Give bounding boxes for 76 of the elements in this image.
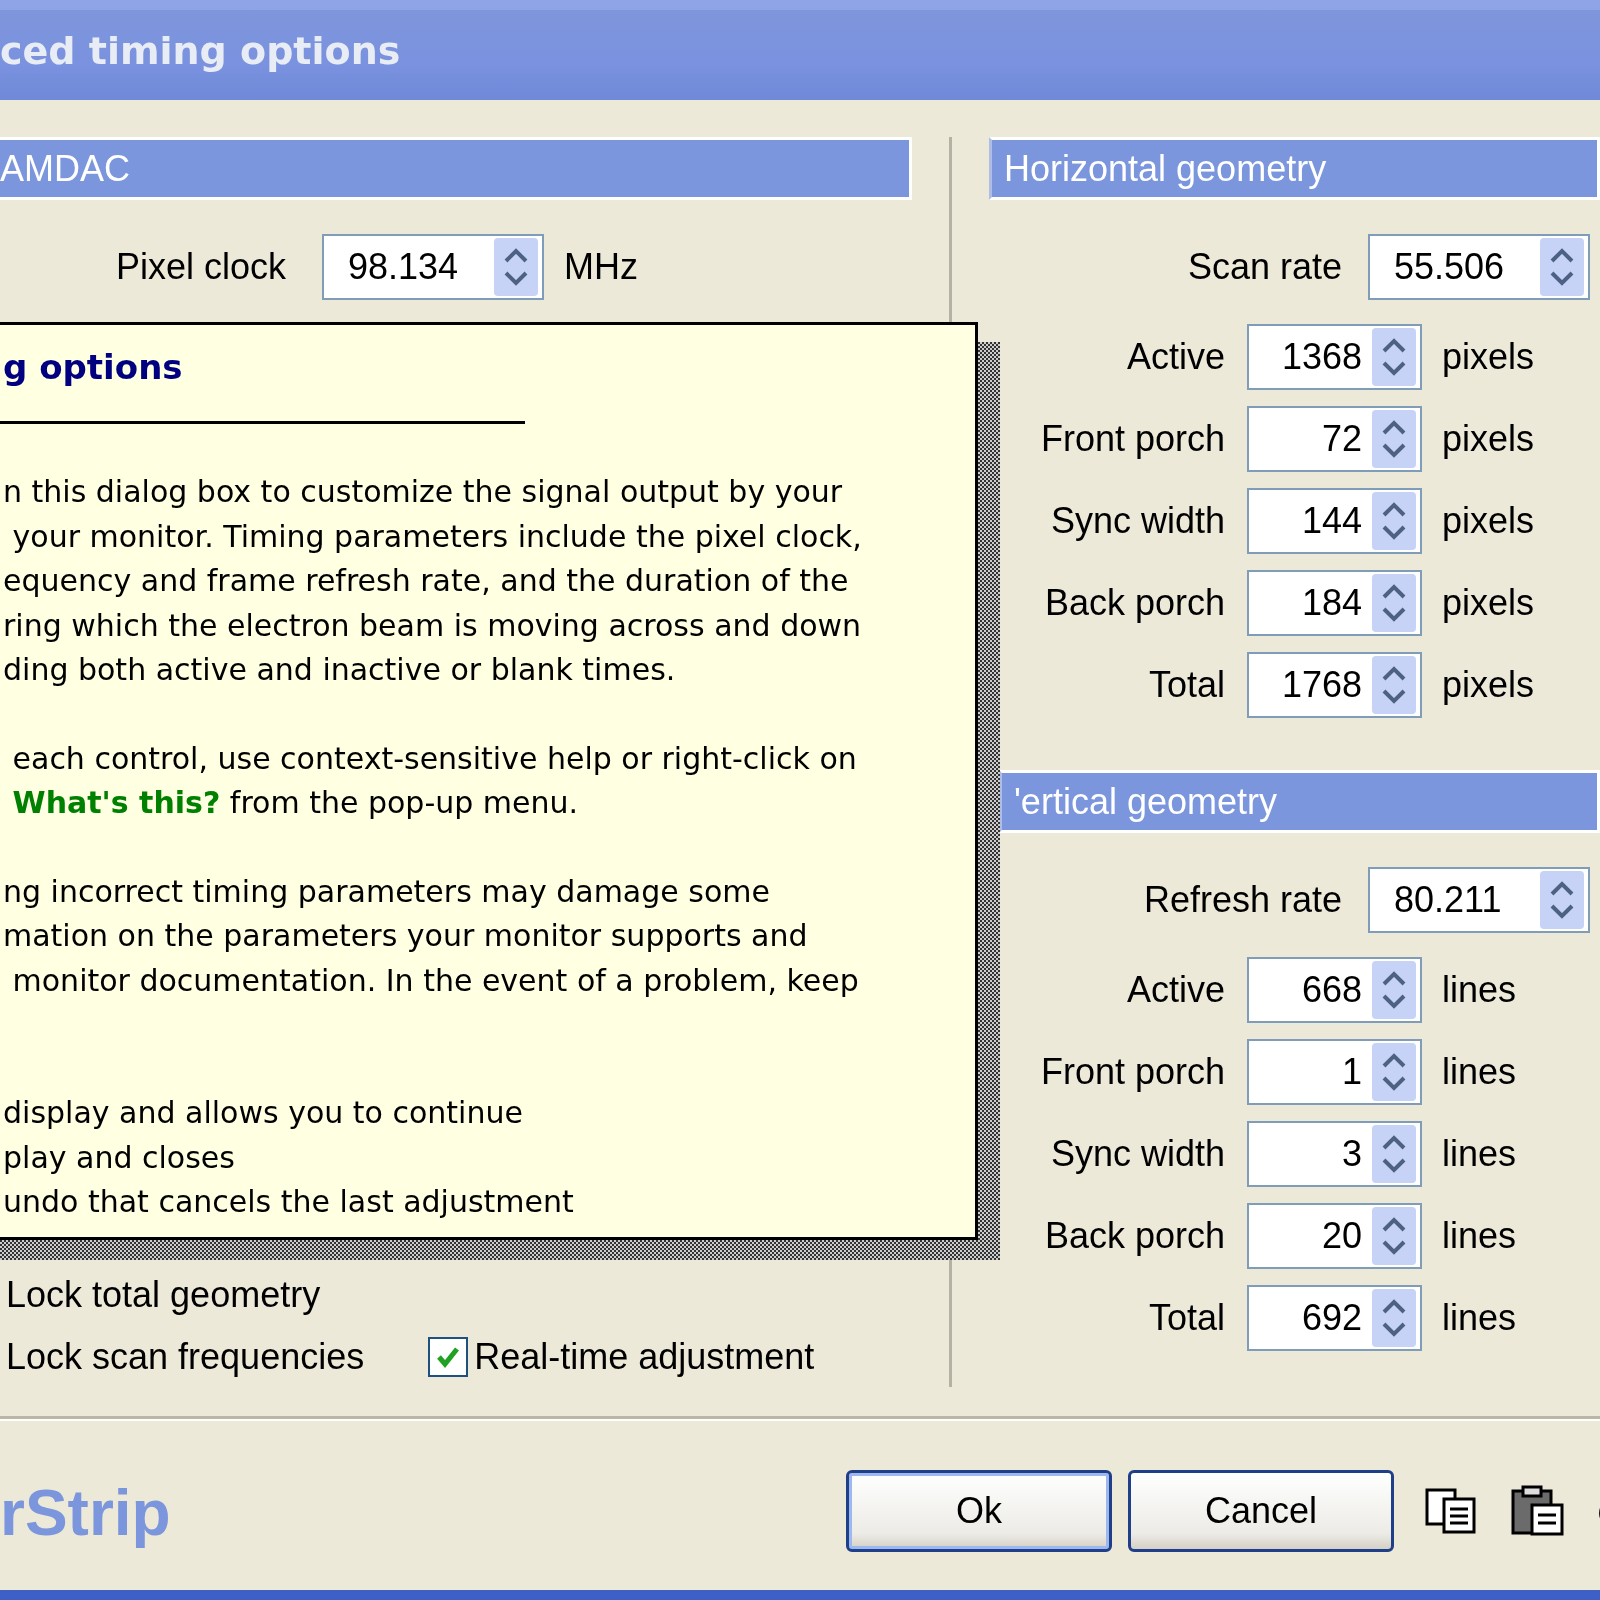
logo-text: rStrip (0, 1475, 171, 1550)
field-label: Total (1147, 664, 1225, 706)
field-label: Front porch (1039, 1051, 1225, 1093)
section-title: AMDAC (0, 147, 130, 190)
unit-label: lines (1442, 1297, 1517, 1339)
help-text-line: ding both active and inactive or blank times. (2, 651, 677, 689)
spin-field[interactable]: 1 (1247, 1039, 1422, 1105)
clipboard-icon[interactable] (1510, 1484, 1566, 1537)
spin-button[interactable] (1372, 328, 1416, 386)
help-text-line: each control, use context-sensitive help or right-click on (11, 739, 858, 778)
checkbox-label[interactable]: Lock total geometry (6, 1274, 321, 1316)
field-label: Total (1147, 1297, 1225, 1339)
checkbox[interactable] (428, 1337, 469, 1377)
checkbox-label[interactable]: Lock scan frequencies (6, 1336, 365, 1378)
unit-label: lines (1442, 1215, 1517, 1257)
section-title: 'ertical geometry (1014, 780, 1277, 823)
spin-button[interactable] (1372, 656, 1416, 714)
spin-field[interactable]: 72 (1247, 406, 1422, 472)
help-text-line: display and allows you to continue (2, 1094, 524, 1132)
spin-field[interactable]: 3 (1247, 1121, 1422, 1187)
spin-field[interactable]: 1768 (1247, 652, 1422, 718)
spin-field[interactable]: 80.211 (1368, 867, 1590, 933)
spin-button[interactable] (1372, 1289, 1416, 1347)
field-label: Refresh rate (1143, 879, 1342, 921)
spin-button[interactable] (1372, 410, 1416, 468)
spin-button[interactable] (1372, 1207, 1416, 1265)
spin-button[interactable] (1540, 871, 1584, 929)
section-title: Horizontal geometry (1004, 147, 1327, 190)
help-text-line: undo that cancels the last adjustment (2, 1183, 575, 1221)
help-text-line: ng incorrect timing parameters may damage some (2, 872, 771, 911)
unit-label: pixels (1442, 336, 1535, 378)
spin-field[interactable]: 1368 (1247, 324, 1422, 390)
help-text-line: n this dialog box to customize the signal output by your (2, 473, 844, 511)
spin-button[interactable] (1372, 492, 1416, 550)
field-label: Back porch (1043, 1215, 1225, 1257)
window-title: ced timing options (0, 29, 401, 73)
help-text-line: mation on the parameters your monitor supports and (2, 917, 809, 955)
spin-button[interactable] (1540, 238, 1584, 296)
help-text-line: equency and frame refresh rate, and the duration of the (2, 562, 850, 600)
unit-label: pixels (1442, 500, 1535, 542)
spin-button[interactable] (1372, 1043, 1416, 1101)
dialog-button[interactable]: Cancel (1128, 1469, 1394, 1552)
spin-field[interactable]: 98.134 (322, 234, 544, 300)
spin-button[interactable] (1372, 574, 1416, 632)
field-label: Active (1125, 336, 1225, 378)
checkbox-label[interactable]: Real-time adjustment (474, 1336, 815, 1378)
unit-label: lines (1442, 969, 1517, 1011)
spin-field[interactable]: 668 (1247, 957, 1422, 1023)
dialog-button[interactable]: Ok (846, 1469, 1112, 1552)
unit-label: lines (1442, 1051, 1517, 1093)
spin-field[interactable]: 144 (1247, 488, 1422, 554)
field-label: Scan rate (1187, 246, 1342, 288)
help-title: g options (2, 347, 184, 387)
field-label: Active (1125, 969, 1225, 1011)
unit-label: pixels (1442, 664, 1535, 706)
help-text-line: What's this? from the pop-up menu. (11, 784, 580, 822)
help-text-line: play and closes (2, 1138, 236, 1177)
help-text-line: monitor documentation. In the event of a problem, keep (11, 961, 860, 1000)
spin-field[interactable]: 55.506 (1368, 234, 1590, 300)
field-label: Sync width (1049, 500, 1225, 542)
unit-label: pixels (1442, 582, 1535, 624)
spin-field[interactable]: 692 (1247, 1285, 1422, 1351)
spin-button[interactable] (494, 238, 538, 296)
spin-button[interactable] (1372, 961, 1416, 1019)
field-label: Pixel clock (116, 246, 288, 288)
field-label: Front porch (1039, 418, 1225, 460)
unit-label: pixels (1442, 418, 1535, 460)
spin-button[interactable] (1372, 1125, 1416, 1183)
spin-field[interactable]: 184 (1247, 570, 1422, 636)
unit-label: lines (1442, 1133, 1517, 1175)
spin-field[interactable]: 20 (1247, 1203, 1422, 1269)
field-label: Sync width (1049, 1133, 1225, 1175)
unit-label: MHz (564, 246, 638, 288)
field-label: Back porch (1043, 582, 1225, 624)
help-text-line: your monitor. Timing parameters include the pixel clock, (11, 517, 863, 556)
help-text-line: ring which the electron beam is moving across and down (2, 606, 863, 645)
